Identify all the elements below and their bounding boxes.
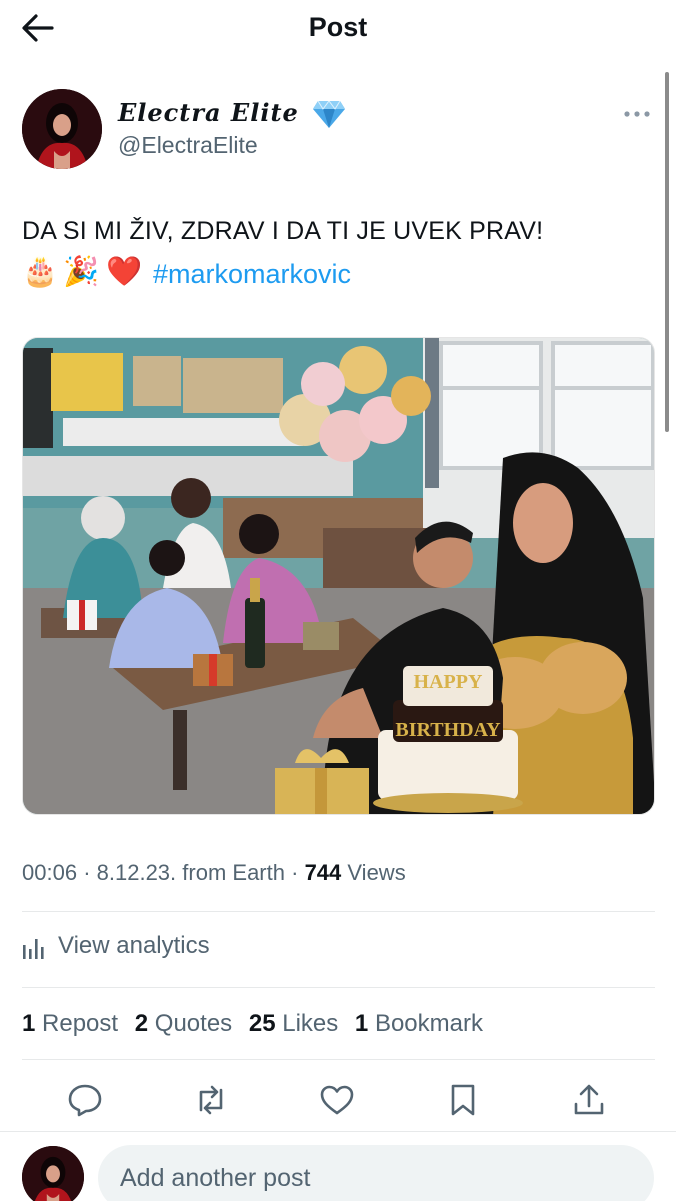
cake-emoji: 🎂: [22, 256, 59, 288]
page-title: Post: [308, 12, 368, 42]
share-icon[interactable]: [571, 1082, 607, 1118]
cake-birthday-text: BIRTHDAY: [395, 719, 501, 741]
author-handle[interactable]: @ElectraElite: [118, 132, 258, 159]
analytics-bars-icon: [23, 939, 44, 959]
meta-separator: ·: [291, 860, 299, 885]
post-text: DA SI MI ŽIV, ZDRAV I DA TI JE UVEK PRAV…: [22, 217, 544, 245]
reposts-count: 1: [22, 1010, 36, 1037]
divider: [22, 1059, 655, 1060]
bookmarks-label: Bookmark: [374, 1010, 483, 1037]
divider: [22, 911, 655, 912]
post-location: from Earth: [182, 860, 285, 885]
engagement-stats: 1 Repost 2 Quotes 25 Likes 1 Bookmark: [22, 1010, 493, 1038]
hashtag-link[interactable]: #markomarkovic: [153, 259, 351, 290]
heart-emoji: ❤️: [106, 256, 143, 288]
reply-input[interactable]: [98, 1145, 654, 1201]
view-analytics-label: View analytics: [58, 932, 210, 959]
bookmarks-stat[interactable]: 1 Bookmark: [355, 1010, 483, 1037]
likes-label: Likes: [282, 1010, 339, 1037]
repost-icon[interactable]: [193, 1082, 229, 1118]
scrollbar[interactable]: [665, 72, 669, 432]
post-time[interactable]: 00:06: [22, 860, 77, 885]
cake-happy-text: HAPPY: [414, 671, 483, 693]
divider: [0, 1131, 676, 1132]
verified-diamond-icon: [313, 100, 345, 128]
likes-count: 25: [248, 1010, 276, 1037]
views-count: 744: [304, 860, 342, 885]
post-image[interactable]: HAPPY BIRTHDAY: [22, 337, 655, 815]
views-label: Views: [347, 860, 406, 885]
bookmark-icon[interactable]: [445, 1082, 481, 1118]
bookmarks-count: 1: [354, 1010, 369, 1037]
quotes-count: 2: [134, 1010, 149, 1037]
like-icon[interactable]: [319, 1082, 355, 1118]
quotes-stat[interactable]: 2 Quotes: [135, 1010, 232, 1037]
divider: [22, 987, 655, 988]
author-name[interactable]: Electra Elite: [118, 98, 299, 127]
post-meta: 00:06 · 8.12.23. from Earth · 744 Views: [22, 860, 406, 886]
party-popper-emoji: 🎉: [63, 256, 100, 288]
user-avatar[interactable]: [22, 1146, 84, 1201]
reposts-stat[interactable]: 1 Repost: [22, 1010, 118, 1037]
post-date[interactable]: 8.12.23.: [97, 860, 177, 885]
quotes-label: Quotes: [154, 1010, 233, 1037]
likes-stat[interactable]: 25 Likes: [249, 1010, 338, 1037]
reply-icon[interactable]: [67, 1082, 103, 1118]
more-options-icon[interactable]: [622, 108, 652, 120]
reposts-label: Repost: [42, 1010, 119, 1037]
meta-separator: ·: [83, 860, 91, 885]
top-bar: Post: [0, 0, 676, 60]
author-avatar[interactable]: [22, 89, 102, 169]
